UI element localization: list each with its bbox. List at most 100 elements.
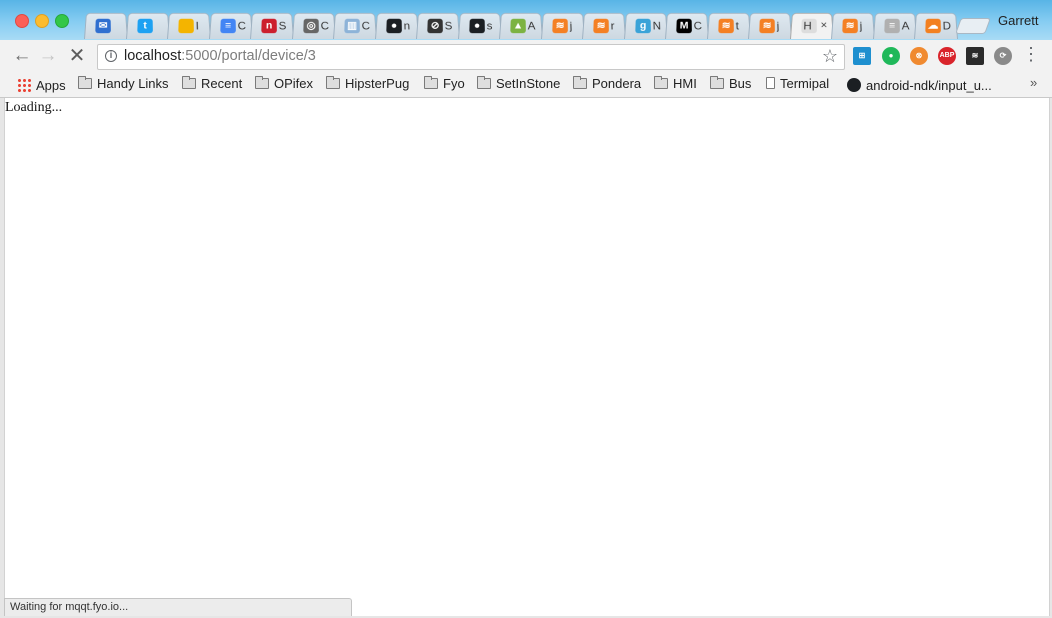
page-content: Loading... (4, 98, 1050, 616)
chevron-right-icon[interactable]: » (1030, 75, 1037, 90)
bookmark-android-ndk-input-u[interactable]: android-ndk/input_u... (847, 76, 992, 93)
tab-title: j (569, 19, 572, 33)
bookmark-setinstone[interactable]: SetInStone (477, 76, 560, 93)
bookmark-recent[interactable]: Recent (182, 76, 242, 93)
tab-title: D (942, 19, 952, 33)
forward-button[interactable]: → (38, 46, 58, 66)
url-text[interactable]: localhost:5000/portal/device/3 (124, 48, 316, 64)
bookmark-label: OPifex (274, 76, 314, 91)
bookmark-label: Bus (729, 76, 752, 91)
tab-title: A (527, 19, 536, 33)
browser-tab[interactable]: ● n (374, 12, 419, 39)
browser-tab[interactable]: ≋ j (748, 12, 792, 39)
window-maximize-button[interactable] (55, 14, 69, 28)
bookmark-star-icon[interactable]: ☆ (822, 46, 838, 67)
bookmark-fyo[interactable]: Fyo (424, 76, 465, 93)
tab-title: j (859, 19, 863, 33)
stackoverflow-icon: ≋ (717, 18, 734, 34)
ext-green-icon[interactable]: ● (882, 47, 900, 65)
tab-title: n (403, 19, 410, 33)
bookmark-label: Recent (201, 76, 243, 91)
list-icon: ≡ (883, 18, 900, 34)
browser-tab[interactable]: ≋ t (706, 12, 751, 39)
bookmark-apps[interactable]: Apps (17, 76, 66, 93)
stackoverflow-icon: ≋ (759, 18, 775, 34)
tab-title: H (802, 19, 812, 33)
bookmark-opifex[interactable]: OPifex (255, 76, 313, 93)
browser-tab[interactable]: ● s (457, 12, 502, 39)
bookmark-label: Fyo (443, 76, 465, 91)
browser-tab[interactable]: MC (665, 12, 709, 39)
tab-title: N (652, 19, 661, 33)
browser-tab[interactable]: nS (250, 12, 294, 39)
bookmark-label: Apps (36, 78, 66, 93)
adblock-icon[interactable]: ABP (938, 47, 956, 65)
tab-title: C (693, 19, 703, 33)
browser-tab[interactable]: ▥ C (333, 12, 377, 39)
tab-title: C (237, 19, 246, 33)
tab-list: ✉ t I ≡ Cn S ◎ C ▥ C ● n ⊘ S ● s ▲ A ≋ j ≋ r g N M C ≋ t ≋ j H × ≋ j ≡ A ☁ D (84, 10, 984, 40)
tab-strip: ✉ t I ≡ Cn S ◎ C ▥ C ● n ⊘ S ● s ▲ A ≋ j ≋ r g N M C ≋ t ≋ j H × ≋ j ≡ A ☁ D … (0, 0, 1052, 40)
window-minimize-button[interactable] (35, 14, 49, 28)
arrow-left-icon: ← (12, 45, 32, 66)
folder-icon (255, 76, 269, 89)
tab-title: I (195, 19, 200, 33)
ext-blue-icon[interactable]: ⊞ (853, 47, 871, 65)
browser-tab[interactable]: ≡ A (872, 12, 917, 39)
browser-tab[interactable]: ≋ r (582, 12, 626, 39)
bookmark-hipsterpug[interactable]: HipsterPug (326, 76, 409, 93)
twitter-icon: t (136, 18, 153, 34)
mail-icon: ✉ (95, 18, 111, 34)
bookmark-label: Pondera (592, 76, 642, 91)
github-icon: ● (385, 18, 402, 34)
tab-title: s (486, 19, 493, 33)
compass-icon: ⊘ (427, 18, 443, 34)
back-button[interactable]: ← (12, 46, 32, 66)
browser-tab[interactable]: ≋ j (540, 12, 585, 39)
browser-tab[interactable]: ▲ A (499, 12, 543, 39)
tab-title: r (610, 19, 615, 33)
tab-title: C (320, 19, 329, 33)
profile-button[interactable]: Garrett (998, 13, 1038, 28)
address-bar[interactable]: i localhost:5000/portal/device/3 ☆ (97, 44, 845, 70)
sync-icon[interactable]: ⟳ (994, 47, 1012, 65)
bookmark-handy-links[interactable]: Handy Links (78, 76, 169, 93)
browser-tab[interactable]: ◎ C (291, 12, 336, 39)
buffer-icon[interactable]: ≋ (966, 47, 984, 65)
tab-title: t (735, 19, 739, 33)
bookmark-bus[interactable]: Bus (710, 76, 751, 93)
cloudflare-icon: ☁ (925, 18, 941, 34)
loading-text: Loading... (5, 100, 63, 115)
stackoverflow-icon: ≋ (551, 18, 568, 34)
browser-tab[interactable]: ✉ (84, 12, 128, 39)
tab-close-icon[interactable]: × (820, 19, 827, 32)
info-icon[interactable]: i (105, 50, 117, 62)
browser-tab[interactable]: ≋ j (831, 12, 875, 39)
n-icon: n (261, 18, 277, 34)
browser-tab[interactable]: ⊘ S (416, 12, 460, 39)
github-icon (847, 78, 861, 92)
docs-icon: ≡ (219, 18, 236, 34)
tab-title: S (278, 19, 287, 33)
bookmark-label: android-ndk/input_u... (866, 78, 992, 93)
stackoverflow-icon: ≋ (593, 18, 609, 34)
window-close-button[interactable] (15, 14, 29, 28)
bookmark-label: Termipal (780, 76, 830, 91)
folder-icon (424, 76, 438, 89)
bookmark-label: SetInStone (496, 76, 561, 91)
browser-tab[interactable]: gN (623, 12, 668, 39)
tab-title: S (444, 19, 453, 33)
browser-tab[interactable]: I (167, 12, 211, 39)
slides-icon (178, 18, 194, 34)
bookmark-pondera[interactable]: Pondera (573, 76, 641, 93)
browser-tab[interactable]: H × (789, 12, 834, 39)
ext-orange-icon[interactable]: ⊗ (910, 47, 928, 65)
browser-tab[interactable]: t (125, 12, 170, 39)
bookmark-hmi[interactable]: HMI (654, 76, 697, 93)
more-menu-icon[interactable]: ⋮ (1022, 44, 1040, 65)
new-tab-button[interactable] (955, 18, 991, 34)
stop-loading-button[interactable]: ✕ (67, 46, 87, 66)
browser-tab[interactable]: ≡ C (208, 12, 253, 39)
browser-tab[interactable]: ☁ D (914, 12, 958, 39)
bookmark-termipal[interactable]: Termipal (766, 76, 829, 93)
